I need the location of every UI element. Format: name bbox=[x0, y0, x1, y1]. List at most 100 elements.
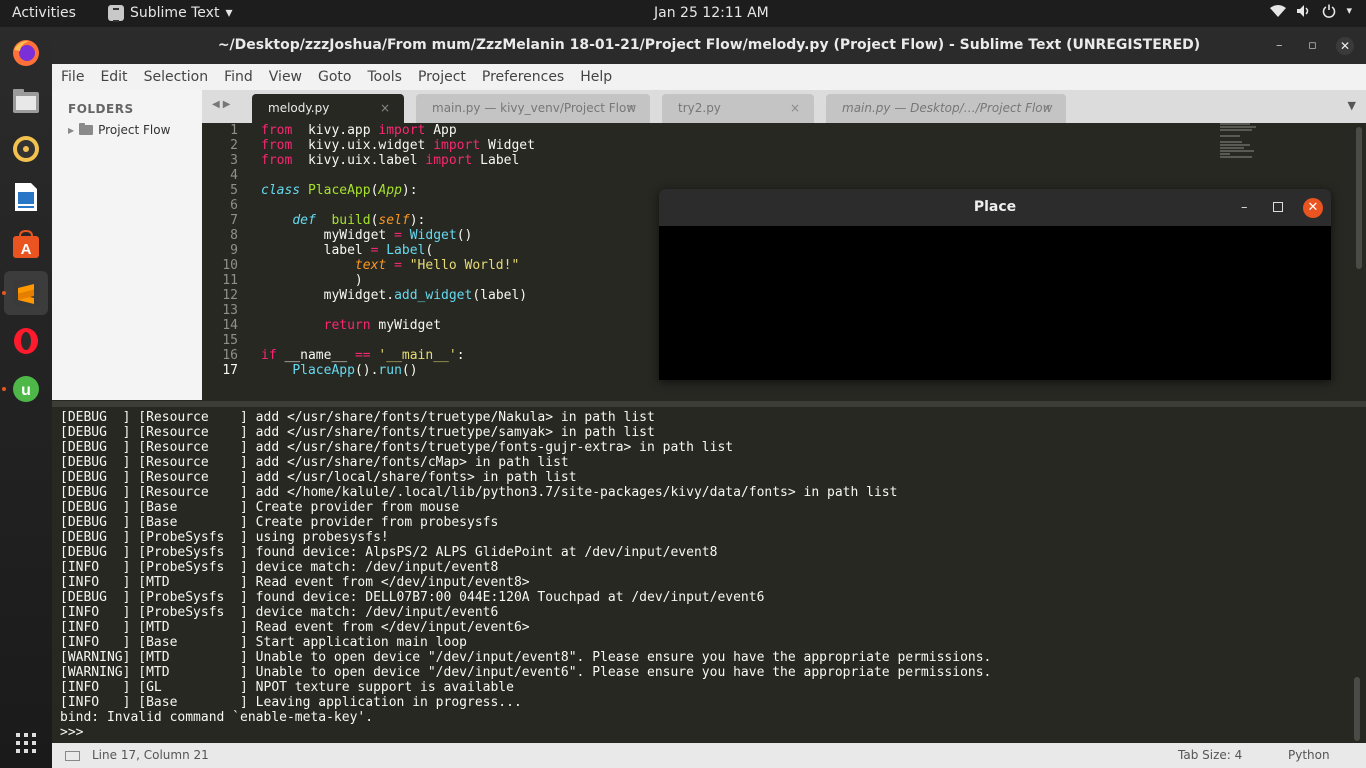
line-number: 11 bbox=[222, 273, 238, 288]
rhythmbox-icon[interactable] bbox=[8, 131, 44, 167]
running-indicator bbox=[2, 387, 6, 391]
expand-arrow-icon[interactable]: ▶ bbox=[68, 126, 74, 135]
console-line: [DEBUG ] [ProbeSysfs ] using probesysfs! bbox=[60, 530, 389, 545]
status-bar: Line 17, Column 21 Tab Size: 4 Python bbox=[52, 743, 1366, 768]
tab-main-py-kivy[interactable]: main.py — kivy_venv/Project Flow × bbox=[416, 94, 650, 123]
tab-close-icon[interactable]: × bbox=[380, 94, 390, 123]
menu-find[interactable]: Find bbox=[224, 69, 253, 85]
running-indicator bbox=[2, 291, 6, 295]
window-title: ~/Desktop/zzzJoshua/From mum/ZzzMelanin … bbox=[217, 37, 1201, 53]
menu-project[interactable]: Project bbox=[418, 69, 466, 85]
menu-selection[interactable]: Selection bbox=[144, 69, 209, 85]
code-line[interactable]: text = "Hello World!" bbox=[261, 258, 519, 273]
apps-grid-icon[interactable] bbox=[8, 725, 44, 761]
console-line: bind: Invalid command `enable-meta-key'. bbox=[60, 710, 374, 725]
folders-header: FOLDERS bbox=[68, 102, 134, 116]
line-number: 7 bbox=[230, 213, 238, 228]
syntax-selector[interactable]: Python bbox=[1288, 743, 1330, 768]
console-panel[interactable]: [DEBUG ] [Resource ] add </usr/share/fon… bbox=[52, 401, 1366, 743]
close-button[interactable]: ✕ bbox=[1336, 37, 1354, 55]
maximize-button[interactable]: ▫ bbox=[1308, 27, 1317, 64]
code-line[interactable]: PlaceApp().run() bbox=[261, 363, 417, 378]
wifi-icon bbox=[1270, 4, 1287, 22]
tab-close-icon[interactable]: × bbox=[1042, 94, 1052, 123]
tab-scroll-arrows-icon[interactable]: ◀▶ bbox=[212, 99, 233, 110]
code-line[interactable]: class PlaceApp(App): bbox=[261, 183, 418, 198]
menu-edit[interactable]: Edit bbox=[100, 69, 127, 85]
files-icon[interactable] bbox=[8, 83, 44, 119]
code-line[interactable]: from kivy.uix.label import Label bbox=[261, 153, 519, 168]
console-line: [DEBUG ] [ProbeSysfs ] found device: Alp… bbox=[60, 545, 718, 560]
cursor-position: Line 17, Column 21 bbox=[92, 748, 209, 762]
software-icon[interactable]: A bbox=[8, 227, 44, 263]
console-line: [INFO ] [GL ] NPOT texture support is av… bbox=[60, 680, 514, 695]
code-line[interactable]: label = Label( bbox=[261, 243, 434, 258]
editor-scrollbar[interactable] bbox=[1356, 127, 1362, 269]
place-minimize-button[interactable]: – bbox=[1241, 189, 1248, 226]
tab-try2-py[interactable]: try2.py × bbox=[662, 94, 814, 123]
console-line: [DEBUG ] [Resource ] add </home/kalule/.… bbox=[60, 485, 898, 500]
tab-size-selector[interactable]: Tab Size: 4 bbox=[1178, 743, 1242, 768]
tab-main-py-desktop[interactable]: main.py — Desktop/…/Project Flow × bbox=[826, 94, 1066, 123]
clock[interactable]: Jan 25 12:11 AM bbox=[654, 5, 769, 21]
menu-bar: File Edit Selection Find View Goto Tools… bbox=[52, 64, 1366, 90]
tab-label: main.py — kivy_venv/Project Flow bbox=[432, 101, 637, 115]
volume-icon bbox=[1296, 4, 1312, 22]
code-line[interactable]: from kivy.uix.widget import Widget bbox=[261, 138, 535, 153]
console-output: [DEBUG ] [Resource ] add </usr/share/fon… bbox=[60, 410, 991, 740]
system-tray[interactable]: ▾ bbox=[1270, 4, 1352, 22]
sidebar-folder-project-flow[interactable]: ▶ Project Flow bbox=[68, 123, 170, 137]
line-number: 9 bbox=[230, 243, 238, 258]
place-close-button[interactable]: ✕ bbox=[1303, 198, 1323, 218]
menu-view[interactable]: View bbox=[269, 69, 302, 85]
writer-icon[interactable] bbox=[8, 179, 44, 215]
code-line[interactable]: from kivy.app import App bbox=[261, 123, 457, 138]
sublime-icon[interactable] bbox=[4, 271, 48, 315]
console-line: [INFO ] [ProbeSysfs ] device match: /dev… bbox=[60, 605, 499, 620]
code-line[interactable]: myWidget = Widget() bbox=[261, 228, 473, 243]
console-scrollbar[interactable] bbox=[1354, 677, 1360, 741]
code-line[interactable]: myWidget.add_widget(label) bbox=[261, 288, 528, 303]
app-menu[interactable]: Sublime Text ▾ bbox=[108, 5, 232, 22]
code-line[interactable]: return myWidget bbox=[261, 318, 441, 333]
opera-icon[interactable] bbox=[8, 323, 44, 359]
folder-label: Project Flow bbox=[98, 123, 171, 137]
tab-close-icon[interactable]: × bbox=[626, 94, 636, 123]
sublime-text-icon bbox=[108, 5, 124, 22]
place-maximize-button[interactable] bbox=[1273, 202, 1283, 212]
firefox-icon[interactable] bbox=[8, 35, 44, 71]
minimize-button[interactable]: – bbox=[1276, 27, 1283, 64]
activities-button[interactable]: Activities bbox=[12, 5, 76, 21]
svg-text:A: A bbox=[21, 241, 32, 258]
menu-goto[interactable]: Goto bbox=[318, 69, 351, 85]
tab-melody-py[interactable]: melody.py × bbox=[252, 94, 404, 123]
line-number-current: 17 bbox=[222, 363, 238, 378]
minimap[interactable] bbox=[1220, 123, 1264, 159]
tab-close-icon[interactable]: × bbox=[790, 94, 800, 123]
window-titlebar[interactable]: ~/Desktop/zzzJoshua/From mum/ZzzMelanin … bbox=[52, 27, 1366, 64]
tab-label: melody.py bbox=[268, 101, 330, 115]
console-line: [INFO ] [MTD ] Read event from </dev/inp… bbox=[60, 575, 530, 590]
code-line[interactable]: ) bbox=[261, 273, 363, 288]
tab-list-dropdown-icon[interactable]: ▼ bbox=[1348, 99, 1356, 112]
code-line[interactable]: def build(self): bbox=[261, 213, 425, 228]
line-number: 12 bbox=[222, 288, 238, 303]
menu-file[interactable]: File bbox=[61, 69, 84, 85]
panel-toggle-icon[interactable] bbox=[65, 751, 80, 761]
line-number: 13 bbox=[222, 303, 238, 318]
menu-tools[interactable]: Tools bbox=[367, 69, 402, 85]
line-number: 6 bbox=[230, 198, 238, 213]
console-line: [INFO ] [Base ] Start application main l… bbox=[60, 635, 467, 650]
line-number: 16 bbox=[222, 348, 238, 363]
menu-help[interactable]: Help bbox=[580, 69, 612, 85]
place-app-window[interactable]: Place – ✕ bbox=[659, 189, 1331, 380]
power-icon bbox=[1322, 4, 1336, 22]
console-line: [DEBUG ] [Base ] Create provider from mo… bbox=[60, 500, 460, 515]
menu-preferences[interactable]: Preferences bbox=[482, 69, 564, 85]
console-line: [INFO ] [MTD ] Read event from </dev/inp… bbox=[60, 620, 530, 635]
place-titlebar[interactable]: Place – ✕ bbox=[659, 189, 1331, 226]
tab-label: try2.py bbox=[678, 101, 721, 115]
utorrent-icon[interactable]: u bbox=[8, 371, 44, 407]
code-line[interactable]: if __name__ == '__main__': bbox=[261, 348, 465, 363]
sublime-window: ~/Desktop/zzzJoshua/From mum/ZzzMelanin … bbox=[52, 27, 1366, 768]
